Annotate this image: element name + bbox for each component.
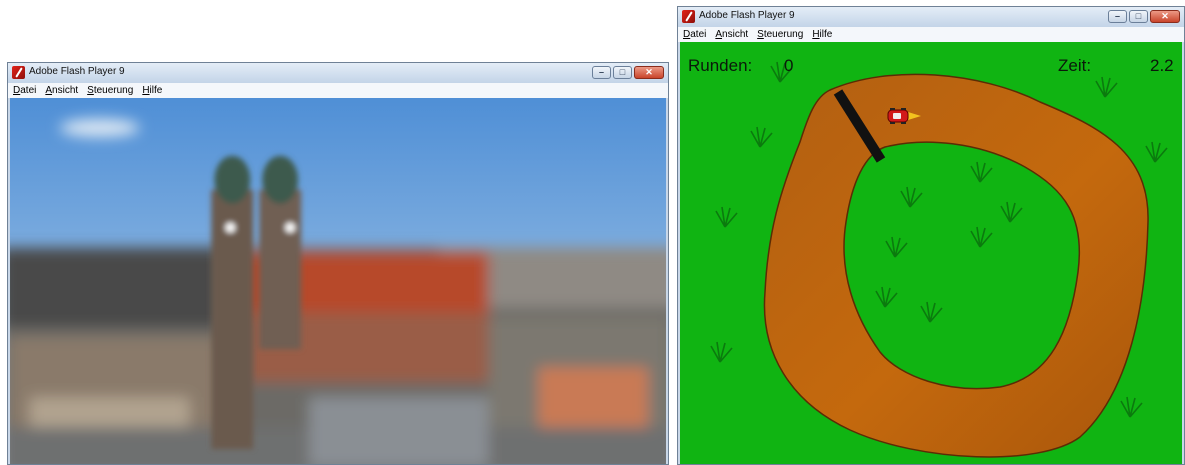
menu-item-ansicht[interactable]: Ansicht	[45, 85, 78, 96]
window-title: Adobe Flash Player 9	[699, 10, 795, 21]
close-button[interactable]: ✕	[1150, 10, 1180, 23]
close-icon: ✕	[645, 67, 653, 77]
menu-item-datei[interactable]: Datei	[13, 85, 36, 96]
grass-tuft	[1120, 396, 1143, 418]
grass-tuft	[920, 301, 943, 323]
grass-tuft	[1095, 76, 1118, 98]
grass-tuft	[1145, 141, 1168, 163]
blurred-city-photo	[10, 98, 666, 464]
grass-tuft	[900, 186, 923, 208]
title-bar[interactable]: Adobe Flash Player 9 – □ ✕	[8, 63, 668, 83]
maximize-icon: □	[619, 67, 626, 77]
window-title: Adobe Flash Player 9	[29, 66, 125, 77]
maximize-button[interactable]: □	[613, 66, 632, 79]
flash-player-icon[interactable]	[12, 66, 25, 79]
minimize-button[interactable]: –	[592, 66, 611, 79]
flash-player-window-left: Adobe Flash Player 9 – □ ✕ Datei Ansicht S…	[7, 62, 669, 465]
menu-item-ansicht[interactable]: Ansicht	[715, 29, 748, 40]
menu-item-steuerung[interactable]: Steuerung	[757, 29, 803, 40]
grass-tuft	[885, 236, 908, 258]
window-controls: – □ ✕	[592, 66, 664, 79]
grass-tuft	[970, 161, 993, 183]
menu-bar: Datei Ansicht Steuerung Hilfe	[678, 27, 1184, 42]
menu-item-steuerung[interactable]: Steuerung	[87, 85, 133, 96]
grass-tuft	[715, 206, 738, 228]
minimize-icon: –	[598, 67, 604, 77]
time-value: 2.2	[1150, 56, 1174, 75]
game-canvas[interactable]	[680, 42, 1182, 464]
window-controls: – □ ✕	[1108, 10, 1180, 23]
race-track	[763, 73, 1149, 458]
photo-content	[10, 98, 666, 464]
maximize-icon: □	[1135, 11, 1142, 21]
close-button[interactable]: ✕	[634, 66, 664, 79]
menu-item-hilfe[interactable]: Hilfe	[812, 29, 832, 40]
flash-player-window-right: Adobe Flash Player 9 – □ ✕ Datei Ansicht S…	[677, 6, 1185, 465]
title-bar[interactable]: Adobe Flash Player 9 – □ ✕	[678, 7, 1184, 27]
close-icon: ✕	[1161, 11, 1169, 21]
minimize-icon: –	[1114, 11, 1120, 21]
grass-tuft	[970, 226, 993, 248]
laps-label: Runden:	[688, 56, 753, 75]
grass-tuft	[1000, 201, 1023, 223]
flash-player-icon[interactable]	[682, 10, 695, 23]
menu-item-datei[interactable]: Datei	[683, 29, 706, 40]
grass-tuft	[750, 126, 773, 148]
grass-tuft	[875, 286, 898, 308]
laps-value: 0	[784, 56, 794, 75]
racing-game-stage[interactable]: Runden: 0 Zeit: 2.2	[680, 42, 1182, 464]
grass-tuft	[710, 341, 733, 363]
time-label: Zeit:	[1058, 56, 1092, 75]
maximize-button[interactable]: □	[1129, 10, 1148, 23]
minimize-button[interactable]: –	[1108, 10, 1127, 23]
menu-bar: Datei Ansicht Steuerung Hilfe	[8, 83, 668, 98]
menu-item-hilfe[interactable]: Hilfe	[142, 85, 162, 96]
